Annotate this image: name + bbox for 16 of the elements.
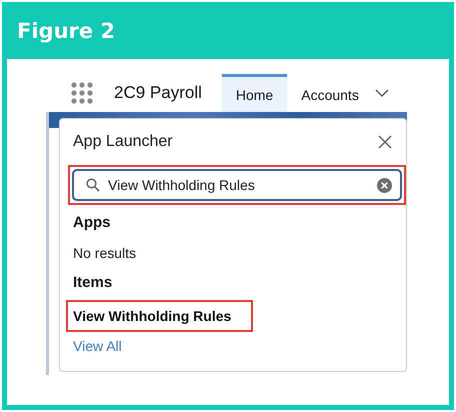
search-field[interactable]: View Withholding Rules (72, 169, 402, 201)
nav-tab[interactable]: Accounts (287, 74, 373, 112)
chevron-down-icon[interactable] (374, 88, 389, 98)
panel-title: App Launcher (73, 133, 173, 151)
close-icon[interactable] (378, 135, 392, 149)
section-heading: Items (73, 274, 114, 293)
app-launcher-icon[interactable] (70, 81, 94, 105)
result-item[interactable]: View Withholding Rules (66, 300, 254, 332)
app-name: 2C9 Payroll (114, 83, 202, 103)
nav-tab[interactable]: Home (222, 74, 288, 112)
clear-icon[interactable] (377, 178, 392, 192)
no-results-text: No results (73, 245, 138, 263)
section-heading: Apps (73, 214, 112, 233)
figure-title: Figure 2 (17, 18, 116, 42)
view-all-link[interactable]: View All (73, 338, 406, 354)
search-icon (86, 178, 100, 192)
